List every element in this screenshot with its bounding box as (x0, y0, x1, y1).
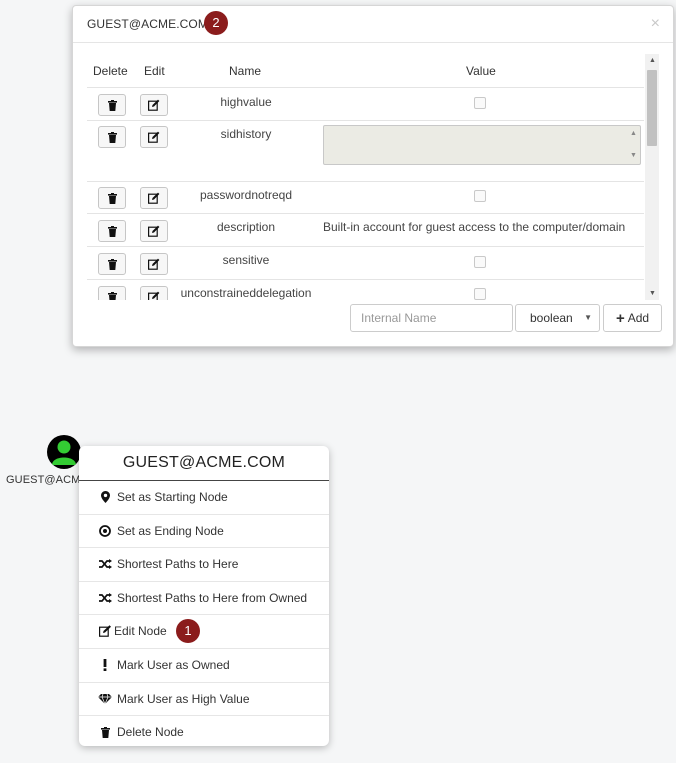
bullseye-icon (98, 515, 112, 547)
diamond-icon (98, 683, 112, 715)
menu-item-label: Mark User as Owned (117, 657, 230, 672)
trash-icon (107, 291, 117, 300)
map-marker-icon (98, 481, 112, 513)
scroll-down-icon: ▼ (630, 152, 637, 159)
property-name: sensitive (222, 253, 270, 267)
menu-item-label: Edit Node (114, 624, 167, 639)
scroll-down-icon: ▼ (649, 290, 656, 297)
exclamation-icon (98, 649, 112, 681)
edit-property-button[interactable] (140, 94, 168, 116)
property-name: sidhistory (220, 127, 272, 141)
node-context-menu: GUEST@ACME.COM Set as Starting Node Set … (79, 446, 329, 746)
user-icon (52, 440, 76, 465)
menu-item-set-ending-node[interactable]: Set as Ending Node (79, 515, 329, 549)
edit-property-button[interactable] (140, 286, 168, 300)
menu-item-label: Mark User as High Value (117, 691, 250, 706)
property-value-checkbox[interactable] (474, 256, 486, 268)
edit-property-button[interactable] (140, 253, 168, 275)
edit-property-button[interactable] (140, 220, 168, 242)
property-type-select[interactable]: boolean ▼ (515, 304, 600, 332)
menu-item-set-starting-node[interactable]: Set as Starting Node (79, 481, 329, 515)
property-row: sidhistory ▲ ▼ (87, 120, 644, 176)
step-badge-2: 2 (204, 11, 228, 35)
random-icon (98, 548, 112, 580)
property-row: sensitive (87, 246, 644, 280)
menu-item-shortest-paths-to-here[interactable]: Shortest Paths to Here (79, 548, 329, 582)
menu-item-edit-node[interactable]: Edit Node 1 (79, 615, 329, 649)
edit-icon (148, 99, 160, 111)
menu-item-label: Set as Starting Node (117, 490, 228, 504)
trash-icon (107, 225, 117, 237)
delete-property-button[interactable] (98, 253, 126, 275)
trash-icon (107, 99, 117, 111)
properties-scrollbar[interactable]: ▲ ▼ (645, 54, 659, 300)
edit-node-modal: GUEST@ACME.COM 2 × Delete Edit Name Valu… (72, 5, 674, 347)
internal-name-input[interactable] (350, 304, 513, 332)
menu-item-shortest-paths-from-owned[interactable]: Shortest Paths to Here from Owned (79, 582, 329, 616)
plus-icon: + (615, 310, 625, 327)
property-value-textarea[interactable]: ▲ ▼ (323, 125, 641, 165)
add-property-button[interactable]: + Add (603, 304, 662, 332)
node-label: GUEST@ACM (6, 474, 81, 486)
edit-icon (148, 258, 160, 270)
modal-header: GUEST@ACME.COM 2 × (73, 6, 673, 43)
step-badge-1: 1 (176, 619, 200, 644)
property-value-checkbox[interactable] (474, 288, 486, 300)
property-row: unconstraineddelegation (87, 279, 644, 300)
property-name: passwordnotreqd (199, 188, 293, 202)
menu-item-delete-node[interactable]: Delete Node (79, 716, 329, 746)
user-node-icon[interactable] (47, 435, 81, 469)
edit-property-button[interactable] (140, 187, 168, 209)
property-name: unconstraineddelegation (180, 286, 312, 300)
context-menu-title: GUEST@ACME.COM (79, 446, 329, 481)
scroll-up-icon: ▲ (649, 57, 656, 64)
edit-property-button[interactable] (140, 126, 168, 148)
trash-icon (107, 192, 117, 204)
random-icon (98, 582, 112, 614)
edit-icon (148, 225, 160, 237)
close-icon[interactable]: × (651, 15, 660, 33)
property-value-checkbox[interactable] (474, 190, 486, 202)
property-value-text: Built-in account for guest access to the… (323, 220, 626, 234)
menu-item-label: Delete Node (117, 725, 184, 740)
column-header-value: Value (466, 64, 496, 78)
edit-icon (148, 291, 160, 300)
textarea-scrollbar[interactable]: ▲ ▼ (628, 128, 638, 162)
menu-item-mark-owned[interactable]: Mark User as Owned (79, 649, 329, 683)
delete-property-button[interactable] (98, 94, 126, 116)
delete-property-button[interactable] (98, 187, 126, 209)
delete-property-button[interactable] (98, 220, 126, 242)
menu-item-label: Set as Ending Node (117, 523, 224, 538)
property-row: passwordnotreqd (87, 181, 644, 214)
scrollbar-thumb[interactable] (647, 70, 657, 146)
menu-item-label: Shortest Paths to Here (117, 557, 239, 572)
property-value-checkbox[interactable] (474, 97, 486, 109)
column-header-name: Name (229, 64, 262, 78)
column-header-edit: Edit (144, 64, 165, 78)
property-type-value: boolean (530, 311, 573, 325)
delete-property-button[interactable] (98, 286, 126, 300)
menu-item-mark-high-value[interactable]: Mark User as High Value (79, 683, 329, 717)
edit-icon (98, 615, 112, 647)
property-name: highvalue (220, 95, 272, 109)
trash-icon (107, 258, 117, 270)
add-button-label: Add (627, 311, 650, 325)
property-row: highvalue (87, 87, 644, 121)
caret-down-icon: ▼ (584, 313, 592, 322)
property-name: description (216, 220, 276, 234)
edit-icon (148, 192, 160, 204)
properties-table: Delete Edit Name Value highvalue sidhist… (87, 54, 644, 300)
property-row: description Built-in account for guest a… (87, 213, 644, 247)
column-header-delete: Delete (93, 64, 128, 78)
delete-property-button[interactable] (98, 126, 126, 148)
trash-icon (98, 716, 112, 746)
menu-item-label: Shortest Paths to Here from Owned (117, 590, 308, 605)
trash-icon (107, 131, 117, 143)
edit-icon (148, 131, 160, 143)
modal-title: GUEST@ACME.COM (87, 17, 208, 31)
scroll-up-icon: ▲ (630, 130, 637, 137)
